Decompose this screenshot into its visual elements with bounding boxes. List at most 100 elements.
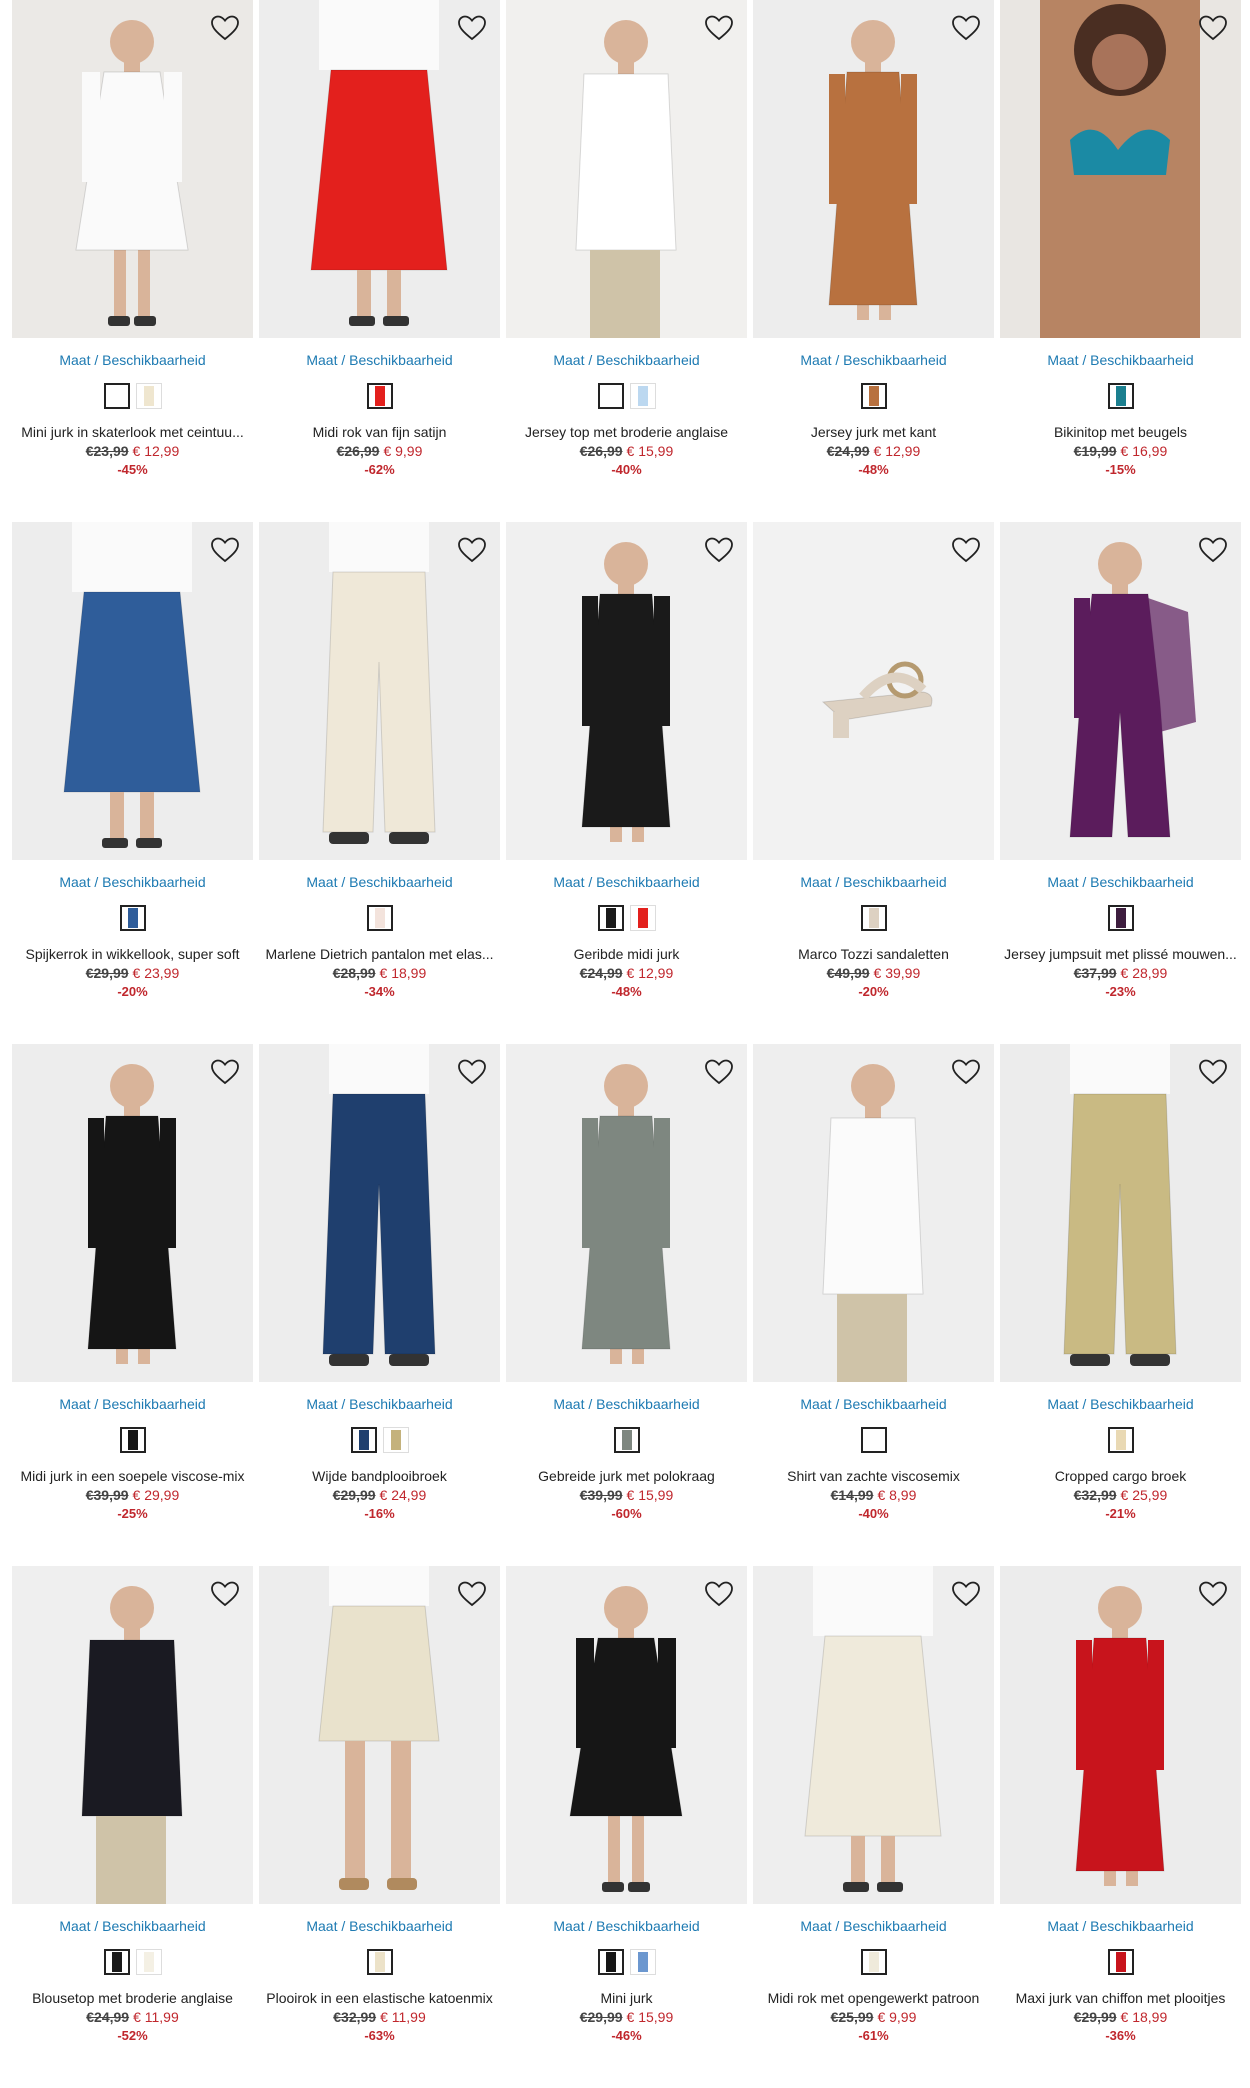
product-name[interactable]: Wijde bandplooibroek [259, 1468, 500, 1485]
product-card[interactable]: Maat / Beschikbaarheid Maxi jurk van chif… [1000, 1566, 1241, 2088]
product-name[interactable]: Midi jurk in een soepele viscose-mix [12, 1468, 253, 1485]
wishlist-heart-icon[interactable] [209, 1056, 241, 1088]
size-availability-link[interactable]: Maat / Beschikbaarheid [1000, 873, 1241, 891]
product-name[interactable]: Jersey jurk met kant [753, 424, 994, 441]
product-image[interactable] [506, 0, 747, 338]
product-name[interactable]: Bikinitop met beugels [1000, 424, 1241, 441]
size-availability-link[interactable]: Maat / Beschikbaarheid [259, 351, 500, 369]
product-name[interactable]: Geribde midi jurk [506, 946, 747, 963]
wishlist-heart-icon[interactable] [1197, 1056, 1229, 1088]
size-availability-link[interactable]: Maat / Beschikbaarheid [506, 1917, 747, 1935]
product-image[interactable] [259, 1044, 500, 1382]
product-name[interactable]: Shirt van zachte viscosemix [753, 1468, 994, 1485]
color-swatch[interactable] [860, 1949, 887, 1975]
product-card[interactable]: Maat / Beschikbaarheid Mini jurk €29,99 € 1… [506, 1566, 747, 2088]
product-image[interactable] [753, 1044, 994, 1382]
product-card[interactable]: Maat / Beschikbaarheid Geribde midi jurk €… [506, 522, 747, 1044]
color-swatch[interactable] [382, 1427, 409, 1453]
color-swatch[interactable] [135, 383, 162, 409]
wishlist-heart-icon[interactable] [950, 12, 982, 44]
color-swatch[interactable] [860, 1427, 887, 1453]
product-image[interactable] [506, 1044, 747, 1382]
color-swatch[interactable] [103, 1949, 130, 1975]
color-swatch[interactable] [135, 1949, 162, 1975]
product-image[interactable] [12, 1044, 253, 1382]
color-swatch[interactable] [350, 1427, 377, 1453]
product-card[interactable]: Maat / Beschikbaarheid Jersey jumpsuit me… [1000, 522, 1241, 1044]
color-swatch[interactable] [860, 383, 887, 409]
wishlist-heart-icon[interactable] [1197, 1578, 1229, 1610]
size-availability-link[interactable]: Maat / Beschikbaarheid [753, 351, 994, 369]
product-name[interactable]: Jersey jumpsuit met plissé mouwen... [1000, 946, 1241, 963]
product-name[interactable]: Blousetop met broderie anglaise [12, 1990, 253, 2007]
wishlist-heart-icon[interactable] [703, 12, 735, 44]
product-card[interactable]: Maat / Beschikbaarheid Marco Tozzi sandal… [753, 522, 994, 1044]
product-card[interactable]: Maat / Beschikbaarheid Spijkerrok in wikk… [12, 522, 253, 1044]
color-swatch[interactable] [366, 383, 393, 409]
product-card[interactable]: Maat / Beschikbaarheid Cropped cargo broe… [1000, 1044, 1241, 1566]
color-swatch[interactable] [1107, 1427, 1134, 1453]
product-name[interactable]: Spijkerrok in wikkellook, super soft [12, 946, 253, 963]
product-card[interactable]: Maat / Beschikbaarheid Bikinitop met beug… [1000, 0, 1241, 522]
product-image[interactable] [506, 1566, 747, 1904]
wishlist-heart-icon[interactable] [1197, 534, 1229, 566]
wishlist-heart-icon[interactable] [456, 1578, 488, 1610]
product-image[interactable] [1000, 0, 1241, 338]
color-swatch[interactable] [1107, 383, 1134, 409]
product-card[interactable]: Maat / Beschikbaarheid Midi rok van fijn … [259, 0, 500, 522]
product-image[interactable] [753, 522, 994, 860]
product-name[interactable]: Mini jurk in skaterlook met ceintuu... [12, 424, 253, 441]
color-swatch[interactable] [613, 1427, 640, 1453]
color-swatch[interactable] [597, 383, 624, 409]
color-swatch[interactable] [1107, 905, 1134, 931]
product-name[interactable]: Midi rok met opengewerkt patroon [753, 1990, 994, 2007]
wishlist-heart-icon[interactable] [1197, 12, 1229, 44]
size-availability-link[interactable]: Maat / Beschikbaarheid [753, 1395, 994, 1413]
product-image[interactable] [1000, 1044, 1241, 1382]
product-name[interactable]: Jersey top met broderie anglaise [506, 424, 747, 441]
size-availability-link[interactable]: Maat / Beschikbaarheid [1000, 351, 1241, 369]
size-availability-link[interactable]: Maat / Beschikbaarheid [12, 1395, 253, 1413]
product-name[interactable]: Plooirok in een elastische katoenmix [259, 1990, 500, 2007]
color-swatch[interactable] [119, 1427, 146, 1453]
color-swatch[interactable] [629, 1949, 656, 1975]
size-availability-link[interactable]: Maat / Beschikbaarheid [12, 351, 253, 369]
product-name[interactable]: Gebreide jurk met polokraag [506, 1468, 747, 1485]
product-image[interactable] [753, 1566, 994, 1904]
product-card[interactable]: Maat / Beschikbaarheid Gebreide jurk met … [506, 1044, 747, 1566]
size-availability-link[interactable]: Maat / Beschikbaarheid [506, 351, 747, 369]
color-swatch[interactable] [366, 905, 393, 931]
size-availability-link[interactable]: Maat / Beschikbaarheid [753, 1917, 994, 1935]
color-swatch[interactable] [597, 1949, 624, 1975]
color-swatch[interactable] [629, 383, 656, 409]
size-availability-link[interactable]: Maat / Beschikbaarheid [259, 873, 500, 891]
wishlist-heart-icon[interactable] [456, 534, 488, 566]
product-card[interactable]: Maat / Beschikbaarheid Plooirok in een el… [259, 1566, 500, 2088]
color-swatch[interactable] [860, 905, 887, 931]
product-card[interactable]: Maat / Beschikbaarheid Mini jurk in skate… [12, 0, 253, 522]
size-availability-link[interactable]: Maat / Beschikbaarheid [259, 1917, 500, 1935]
wishlist-heart-icon[interactable] [456, 1056, 488, 1088]
wishlist-heart-icon[interactable] [209, 12, 241, 44]
product-image[interactable] [506, 522, 747, 860]
product-card[interactable]: Maat / Beschikbaarheid Midi jurk in een s… [12, 1044, 253, 1566]
size-availability-link[interactable]: Maat / Beschikbaarheid [506, 873, 747, 891]
product-name[interactable]: Marco Tozzi sandaletten [753, 946, 994, 963]
color-swatch[interactable] [597, 905, 624, 931]
color-swatch[interactable] [366, 1949, 393, 1975]
product-image[interactable] [753, 0, 994, 338]
size-availability-link[interactable]: Maat / Beschikbaarheid [12, 873, 253, 891]
product-name[interactable]: Mini jurk [506, 1990, 747, 2007]
size-availability-link[interactable]: Maat / Beschikbaarheid [506, 1395, 747, 1413]
wishlist-heart-icon[interactable] [703, 1056, 735, 1088]
color-swatch[interactable] [103, 383, 130, 409]
wishlist-heart-icon[interactable] [703, 1578, 735, 1610]
product-name[interactable]: Marlene Dietrich pantalon met elas... [259, 946, 500, 963]
product-card[interactable]: Maat / Beschikbaarheid Shirt van zachte v… [753, 1044, 994, 1566]
product-name[interactable]: Midi rok van fijn satijn [259, 424, 500, 441]
wishlist-heart-icon[interactable] [950, 1056, 982, 1088]
product-image[interactable] [12, 522, 253, 860]
product-card[interactable]: Maat / Beschikbaarheid Jersey top met bro… [506, 0, 747, 522]
size-availability-link[interactable]: Maat / Beschikbaarheid [1000, 1395, 1241, 1413]
size-availability-link[interactable]: Maat / Beschikbaarheid [1000, 1917, 1241, 1935]
